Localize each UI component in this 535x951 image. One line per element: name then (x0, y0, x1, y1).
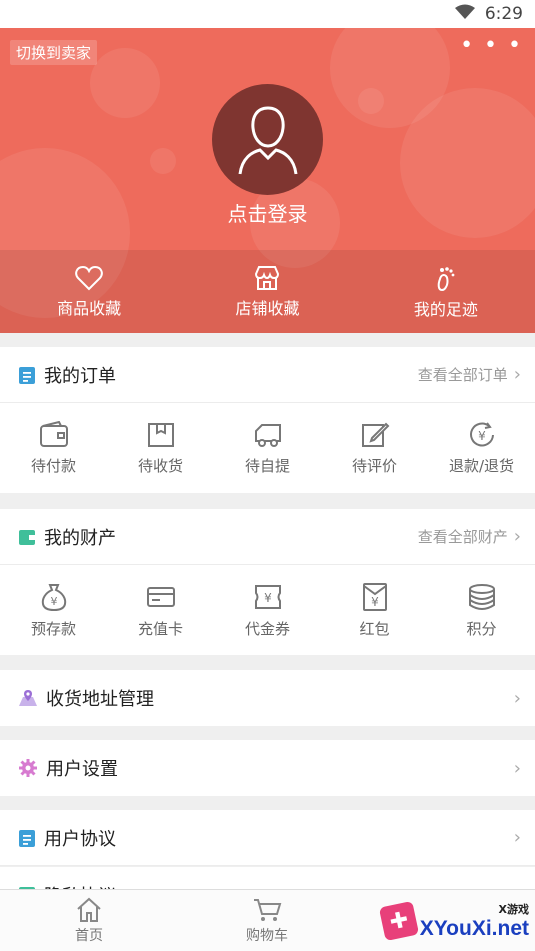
quick-item-label: 商品收藏 (57, 298, 122, 318)
order-status-pending-receipt[interactable]: 待收货 (107, 403, 214, 493)
watermark-small-text: X游戏 (498, 903, 529, 916)
svg-text:¥: ¥ (371, 595, 379, 609)
orders-title: 我的订单 (44, 365, 116, 387)
user-silhouette-icon (238, 105, 297, 174)
assets-card: 我的财产 查看全部财产 › ¥ 预存款 充值卡 ¥ 代金券 ¥ 红包 积分 (0, 509, 535, 655)
clipboard-icon (19, 366, 35, 384)
orders-card: 我的订单 查看全部订单 › 待付款 待收货 待自提 待评价 ¥ 退款/退货 (0, 347, 535, 493)
more-options-icon[interactable]: • • • (460, 35, 523, 57)
login-link[interactable]: 点击登录 (0, 198, 535, 227)
profile-header: 切换到卖家 • • • 点击登录 商品收藏 店铺收藏 我的足迹 (0, 28, 535, 333)
order-status-pending-pickup[interactable]: 待自提 (214, 403, 321, 493)
status-bar: 6:29 (0, 0, 535, 28)
coins-icon (468, 583, 495, 610)
box-icon (147, 422, 174, 447)
document-icon (19, 829, 35, 847)
orders-header[interactable]: 我的订单 查看全部订单 › (0, 347, 535, 403)
svg-text:¥: ¥ (478, 429, 486, 443)
view-all-orders-link[interactable]: 查看全部订单 (418, 364, 508, 385)
menu-item-label: 收货地址管理 (46, 689, 154, 710)
order-status-pending-payment[interactable]: 待付款 (0, 403, 107, 493)
asset-points[interactable]: 积分 (428, 565, 535, 655)
quick-item-stores[interactable]: 店铺收藏 (178, 250, 356, 333)
asset-deposit[interactable]: ¥ 预存款 (0, 565, 107, 655)
asset-recharge-card[interactable]: 充值卡 (107, 565, 214, 655)
menu-item-address[interactable]: 收货地址管理 › (0, 670, 535, 726)
location-icon (19, 690, 37, 706)
order-status-label: 待评价 (351, 456, 397, 475)
view-all-assets-link[interactable]: 查看全部财产 (418, 526, 508, 547)
red-packet-icon: ¥ (362, 582, 387, 611)
chevron-right-icon: › (513, 827, 521, 848)
menu-item-label: 用户设置 (46, 759, 118, 780)
tab-label: 首页 (75, 927, 103, 944)
chevron-right-icon: › (513, 757, 521, 779)
switch-to-seller-button[interactable]: 切换到卖家 (10, 40, 98, 65)
wallet-icon (39, 420, 68, 447)
orders-grid: 待付款 待收货 待自提 待评价 ¥ 退款/退货 (0, 403, 535, 493)
quick-item-footprints[interactable]: 我的足迹 (357, 250, 535, 333)
tab-label: 购物车 (246, 927, 288, 944)
chevron-right-icon: › (513, 687, 521, 709)
chevron-right-icon: › (513, 526, 521, 547)
footprint-icon (437, 266, 455, 291)
quick-item-favorites[interactable]: 商品收藏 (0, 250, 178, 333)
watermark: ✚ X游戏 XYouXi.net (378, 900, 529, 942)
asset-label: 代金券 (244, 619, 290, 638)
asset-label: 充值卡 (137, 619, 183, 638)
order-status-label: 待付款 (30, 456, 76, 475)
refund-icon: ¥ (469, 421, 494, 446)
bottom-tab-bar: 首页 购物车 ✚ X游戏 XYouXi.net (0, 889, 535, 951)
heart-icon (75, 265, 103, 290)
avatar[interactable] (212, 84, 323, 195)
order-status-label: 退款/退货 (448, 456, 515, 475)
tab-cart[interactable]: 购物车 (178, 890, 356, 951)
svg-text:¥: ¥ (264, 591, 272, 605)
asset-label: 积分 (466, 619, 497, 638)
asset-red-packet[interactable]: ¥ 红包 (321, 565, 428, 655)
quick-item-label: 我的足迹 (413, 299, 478, 319)
chevron-right-icon: › (513, 364, 521, 385)
edit-icon (361, 422, 389, 447)
order-status-label: 待收货 (137, 456, 183, 475)
order-status-pending-review[interactable]: 待评价 (321, 403, 428, 493)
cart-icon (254, 898, 282, 921)
assets-title: 我的财产 (44, 527, 116, 549)
asset-label: 预存款 (30, 619, 76, 638)
order-status-label: 待自提 (244, 456, 290, 475)
truck-icon (254, 423, 281, 447)
menu-item-label: 用户协议 (44, 828, 116, 850)
svg-text:¥: ¥ (50, 595, 57, 608)
quick-links: 商品收藏 店铺收藏 我的足迹 (0, 250, 535, 333)
gear-icon (19, 759, 37, 777)
status-time: 6:29 (484, 4, 523, 24)
wallet-small-icon (19, 529, 35, 545)
order-status-refund[interactable]: ¥ 退款/退货 (428, 403, 535, 493)
assets-header[interactable]: 我的财产 查看全部财产 › (0, 509, 535, 565)
home-icon (77, 897, 101, 922)
assets-grid: ¥ 预存款 充值卡 ¥ 代金券 ¥ 红包 积分 (0, 565, 535, 655)
tab-home[interactable]: 首页 (0, 890, 178, 951)
watermark-main-text: XYouXi.net (419, 917, 529, 940)
card-icon (146, 586, 175, 607)
store-icon (255, 265, 280, 290)
quick-item-label: 店铺收藏 (235, 298, 300, 318)
watermark-logo-icon: ✚ (378, 900, 419, 942)
wifi-icon (454, 4, 475, 25)
asset-label: 红包 (359, 619, 390, 638)
voucher-icon: ¥ (254, 584, 281, 609)
money-bag-icon: ¥ (41, 583, 66, 611)
asset-voucher[interactable]: ¥ 代金券 (214, 565, 321, 655)
menu-item-user-settings[interactable]: 用户设置 › (0, 740, 535, 796)
menu-item-user-agreement[interactable]: 用户协议 › (0, 810, 535, 866)
